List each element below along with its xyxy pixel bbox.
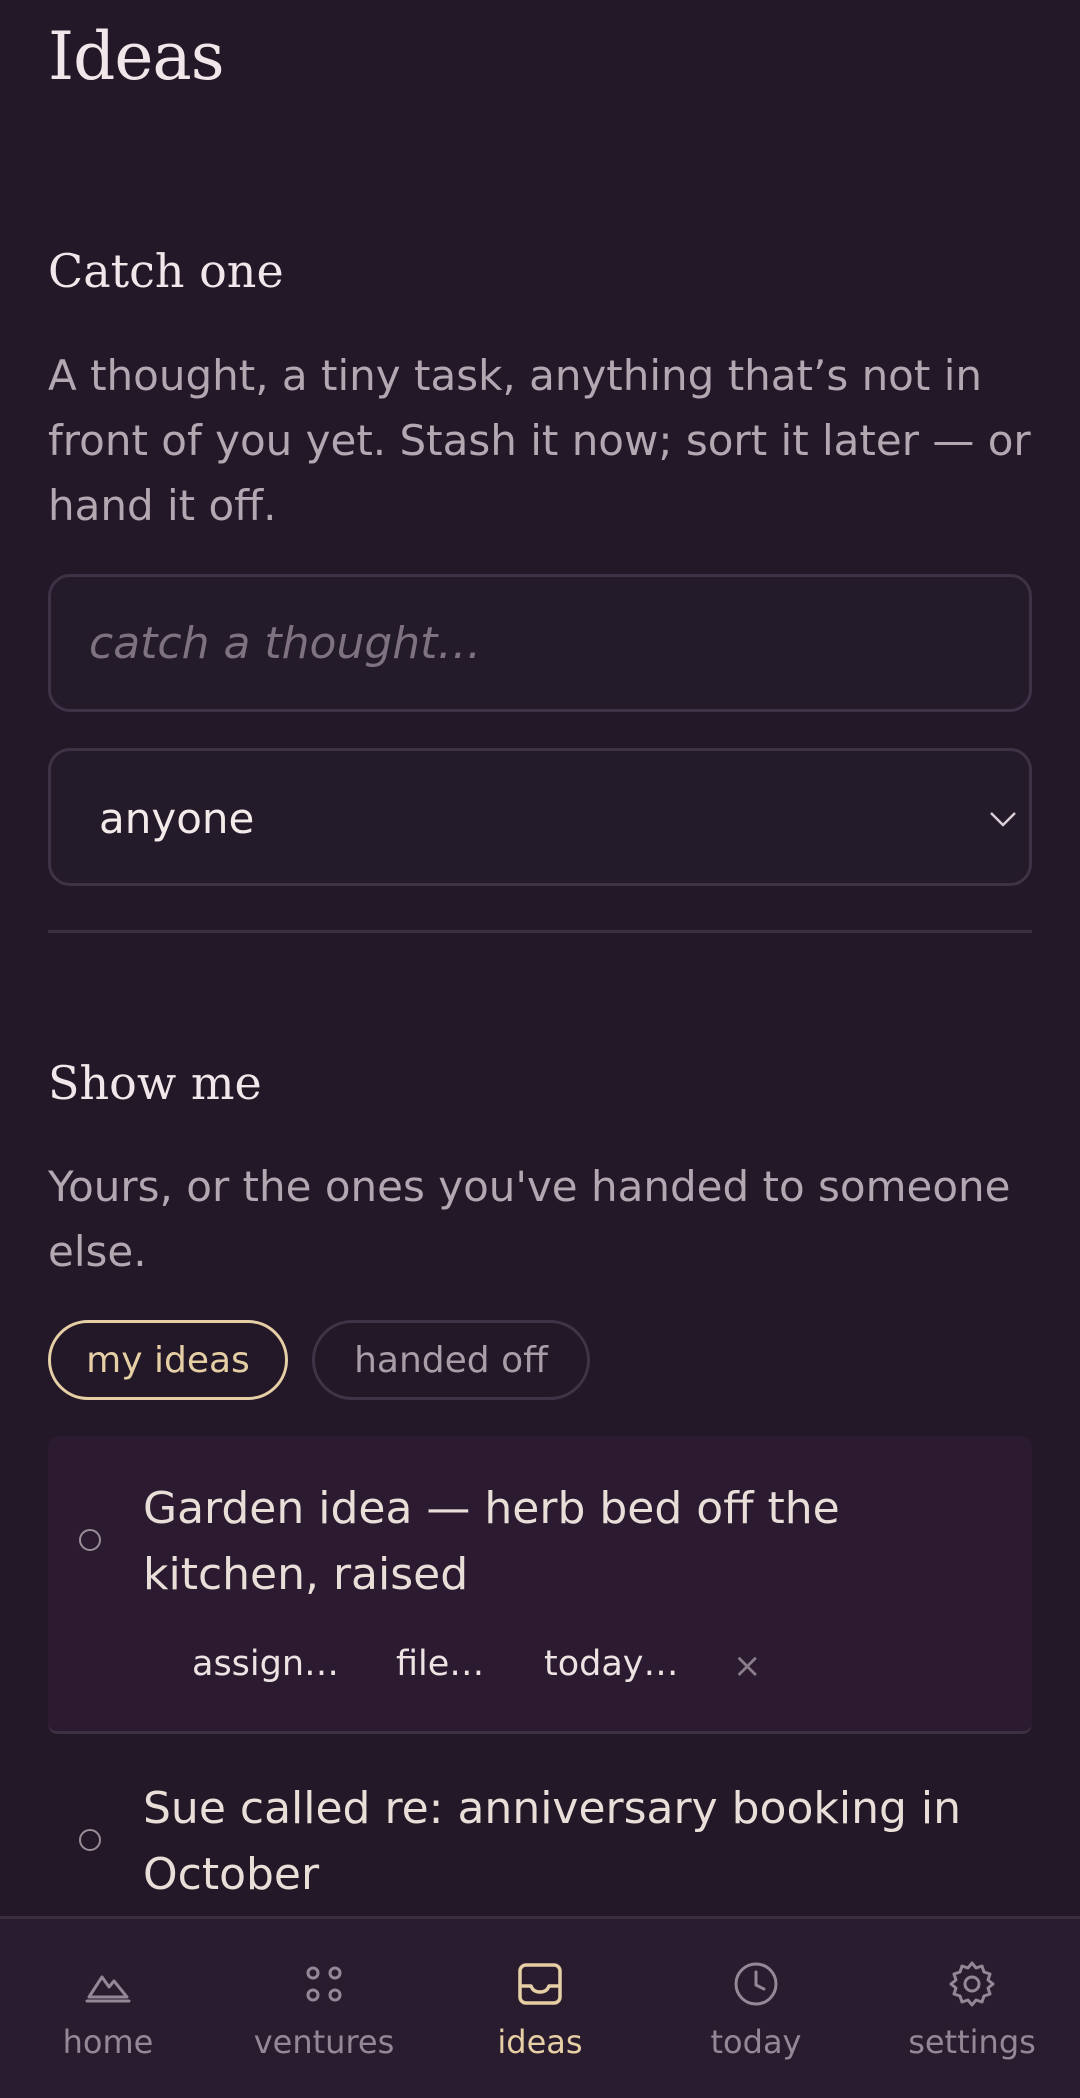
- idea-complete-radio[interactable]: [79, 1529, 101, 1551]
- idea-text: Sue called re: anniversary booking in Oc…: [143, 1783, 962, 1900]
- assignee-select[interactable]: anyone: [48, 748, 1032, 886]
- section-divider: [48, 930, 1032, 933]
- nav-settings-label: settings: [908, 2023, 1036, 2061]
- gear-icon: [949, 1961, 995, 2007]
- idea-card[interactable]: Garden idea — herb bed off the kitchen, …: [48, 1436, 1032, 1734]
- filter-handed-off[interactable]: handed off: [312, 1320, 590, 1400]
- nav-ventures[interactable]: ventures: [216, 1919, 432, 2098]
- nav-home[interactable]: home: [0, 1919, 216, 2098]
- filter-my-ideas[interactable]: my ideas: [48, 1320, 288, 1400]
- assign-action[interactable]: assign…: [192, 1644, 339, 1684]
- catch-section-title: Catch one: [48, 244, 284, 298]
- nav-today[interactable]: today: [648, 1919, 864, 2098]
- assignee-select-value: anyone: [99, 794, 255, 843]
- catch-description: A thought, a tiny task, anything that’s …: [48, 351, 1031, 530]
- show-description: Yours, or the ones you've handed to some…: [48, 1162, 1011, 1276]
- idea-text: Garden idea — herb bed off the kitchen, …: [143, 1483, 840, 1600]
- file-action[interactable]: file…: [396, 1644, 484, 1684]
- nav-settings[interactable]: settings: [864, 1919, 1080, 2098]
- nav-today-label: today: [710, 2023, 802, 2061]
- nav-ideas-label: ideas: [497, 2023, 583, 2061]
- today-action[interactable]: today…: [544, 1644, 679, 1684]
- nav-ventures-label: ventures: [253, 2023, 395, 2061]
- idea-complete-radio[interactable]: [79, 1829, 101, 1851]
- chevron-down-icon: [990, 812, 1016, 827]
- inbox-icon: [518, 1963, 562, 2005]
- mountain-icon: [85, 1975, 131, 2003]
- page-title: Ideas: [48, 18, 225, 95]
- nav-ideas[interactable]: ideas: [432, 1919, 648, 2098]
- idea-item[interactable]: Sue called re: anniversary booking in Oc…: [48, 1736, 1032, 1916]
- show-section-title: Show me: [48, 1056, 262, 1110]
- dots-grid-icon: [306, 1966, 342, 2002]
- clock-icon: [734, 1962, 778, 2006]
- catch-thought-input[interactable]: [51, 577, 1029, 709]
- dismiss-idea-icon[interactable]: ×: [733, 1646, 762, 1686]
- nav-home-label: home: [62, 2023, 154, 2061]
- bottom-nav: home ventures ideas today settings: [0, 1916, 1080, 2098]
- catch-input-field[interactable]: [48, 574, 1032, 712]
